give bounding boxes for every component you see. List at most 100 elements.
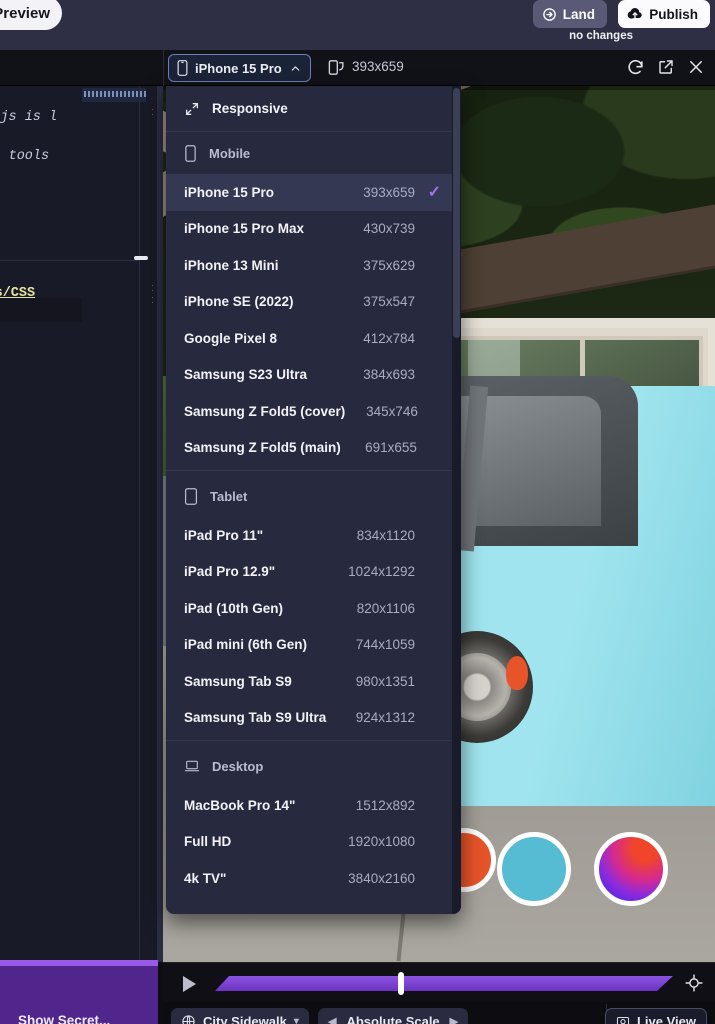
dropdown-item[interactable]: iPhone SE (2022) 375x547	[166, 284, 461, 321]
dropdown-item[interactable]: iPad mini (6th Gen)744x1059	[166, 627, 461, 664]
device-name: Samsung Z Fold5 (cover)	[184, 404, 345, 419]
live-view-button[interactable]: Live View	[605, 1008, 707, 1024]
timeline-track[interactable]	[215, 976, 673, 991]
dropdown-item[interactable]: iPhone 15 Pro393x659✓	[166, 174, 461, 211]
publish-label: Publish	[649, 7, 698, 22]
next-arrow-icon[interactable]: ▶	[450, 1015, 458, 1024]
phone-icon	[177, 60, 188, 76]
timeline-range	[215, 976, 673, 991]
open-external-icon[interactable]	[657, 58, 675, 77]
device-name: iPhone 13 Mini	[184, 258, 279, 273]
device-dimensions: 375x629	[333, 258, 415, 273]
check-icon: ✓	[415, 182, 441, 202]
refresh-icon[interactable]	[626, 58, 645, 77]
laptop-icon	[184, 758, 200, 774]
device-name: iPad (10th Gen)	[184, 601, 283, 616]
dropdown-item-responsive[interactable]: Responsive	[166, 86, 461, 132]
cyan-swatch[interactable]	[497, 832, 571, 906]
device-dimensions: 691x655	[341, 440, 417, 455]
dropdown-item[interactable]: Samsung Z Fold5 (main)691x655	[166, 430, 461, 467]
dropdown-separator	[166, 470, 461, 471]
device-name: MacBook Pro 14"	[184, 798, 295, 813]
dimensions-label: 393x659	[352, 59, 404, 74]
device-name: Google Pixel 8	[184, 331, 277, 346]
device-name: 4k TV"	[184, 871, 226, 886]
cloud-upload-icon	[627, 6, 643, 22]
device-dimensions: 1024x1292	[333, 564, 415, 579]
dropdown-item[interactable]: iPad Pro 12.9" 1024x1292	[166, 554, 461, 591]
phone-icon	[184, 145, 197, 162]
scene-label: City Sidewalk	[203, 1014, 287, 1024]
device-name: Samsung S23 Ultra	[184, 367, 307, 382]
expand-diagonal-icon	[184, 101, 200, 117]
console-marker: :	[151, 282, 154, 294]
section-label: Desktop	[212, 759, 263, 774]
timeline-bar	[163, 962, 715, 1002]
dropdown-item[interactable]: Samsung Tab S9 Ultra924x1312	[166, 700, 461, 737]
console-marker: :	[151, 294, 154, 306]
preview-button[interactable]: Preview	[0, 0, 62, 30]
target-icon[interactable]	[685, 974, 703, 992]
scene-selector[interactable]: City Sidewalk ▾	[171, 1008, 309, 1024]
device-dimensions: 3840x2160	[333, 871, 415, 886]
dropdown-separator	[166, 740, 461, 741]
land-button[interactable]: Land	[533, 0, 607, 28]
tablet-icon	[184, 488, 198, 505]
dropdown-item[interactable]: iPad (10th Gen)820x1106	[166, 590, 461, 627]
publish-button[interactable]: Publish	[618, 0, 710, 28]
secret-panel-label: Show Secret...	[18, 1013, 110, 1024]
dropdown-section-header-tablet: Tablet	[166, 475, 461, 517]
live-view-label: Live View	[637, 1014, 696, 1024]
device-dimensions: 384x693	[333, 367, 415, 382]
responsive-label: Responsive	[212, 101, 288, 116]
dropdown-item[interactable]: Full HD1920x1080	[166, 824, 461, 861]
device-name: iPad Pro 12.9"	[184, 564, 275, 579]
preview-label: Preview	[0, 5, 50, 22]
section-label: Tablet	[210, 489, 247, 504]
device-name: iPhone 15 Pro	[184, 185, 274, 200]
dropdown-item[interactable]: Google Pixel 8 412x784	[166, 320, 461, 357]
dropdown-item[interactable]: 4k TV" 3840x2160	[166, 860, 461, 897]
device-dimensions: 375x547	[333, 294, 415, 309]
device-dimensions: 430x739	[333, 221, 415, 236]
orange-marker	[506, 656, 528, 690]
dropdown-sections: MobileiPhone 15 Pro393x659✓iPhone 15 Pro…	[166, 132, 461, 897]
prev-arrow-icon[interactable]: ◀	[328, 1015, 336, 1024]
scale-label: Absolute Scale	[346, 1014, 439, 1024]
close-icon[interactable]	[687, 58, 705, 77]
timeline-playhead[interactable]	[398, 972, 404, 995]
scale-selector[interactable]: ◀ Absolute Scale ▶	[318, 1008, 468, 1024]
device-selector-button[interactable]: iPhone 15 Pro	[168, 54, 311, 82]
globe-icon	[181, 1014, 196, 1024]
app-header: Preview Land Publish no changes	[0, 0, 715, 50]
dropdown-item[interactable]: Samsung S23 Ultra 384x693	[166, 357, 461, 394]
rotate-device-icon[interactable]	[327, 58, 346, 77]
code-console-panel: app.js is l loper tools nderers/CSS : : …	[0, 86, 163, 962]
toolbar-divider	[163, 50, 164, 86]
land-label: Land	[563, 7, 595, 22]
dropdown-item[interactable]: MacBook Pro 14"1512x892	[166, 787, 461, 824]
console-block	[0, 298, 82, 322]
dropdown-item[interactable]: Samsung Tab S9980x1351	[166, 663, 461, 700]
device-name: Samsung Z Fold5 (main)	[184, 440, 341, 455]
dropdown-scrollbar[interactable]	[452, 86, 461, 914]
device-dimensions: 412x784	[333, 331, 415, 346]
device-dropdown-menu[interactable]: Responsive MobileiPhone 15 Pro393x659✓iP…	[166, 86, 461, 914]
gradient-swatch[interactable]	[594, 832, 668, 906]
dropdown-item[interactable]: Samsung Z Fold5 (cover)345x746	[166, 393, 461, 430]
chevron-down-icon: ▾	[294, 1016, 299, 1024]
device-dimensions: 744x1059	[333, 637, 415, 652]
dropdown-item[interactable]: iPhone 13 Mini 375x629	[166, 247, 461, 284]
device-dimensions: 345x746	[345, 404, 418, 419]
console-marker: :	[151, 106, 154, 118]
dropdown-item[interactable]: iPad Pro 11"834x1120	[166, 517, 461, 554]
play-icon[interactable]	[183, 976, 196, 992]
device-name: iPhone SE (2022)	[184, 294, 294, 309]
dropdown-section-header-desktop: Desktop	[166, 745, 461, 787]
device-name: Full HD	[184, 834, 231, 849]
console-scrollbar[interactable]	[134, 256, 148, 260]
device-name: iPhone 15 Pro Max	[184, 221, 304, 236]
console-line: app.js is l	[0, 110, 57, 125]
dropdown-scrollbar-thumb[interactable]	[453, 88, 460, 338]
dropdown-item[interactable]: iPhone 15 Pro Max 430x739	[166, 211, 461, 248]
